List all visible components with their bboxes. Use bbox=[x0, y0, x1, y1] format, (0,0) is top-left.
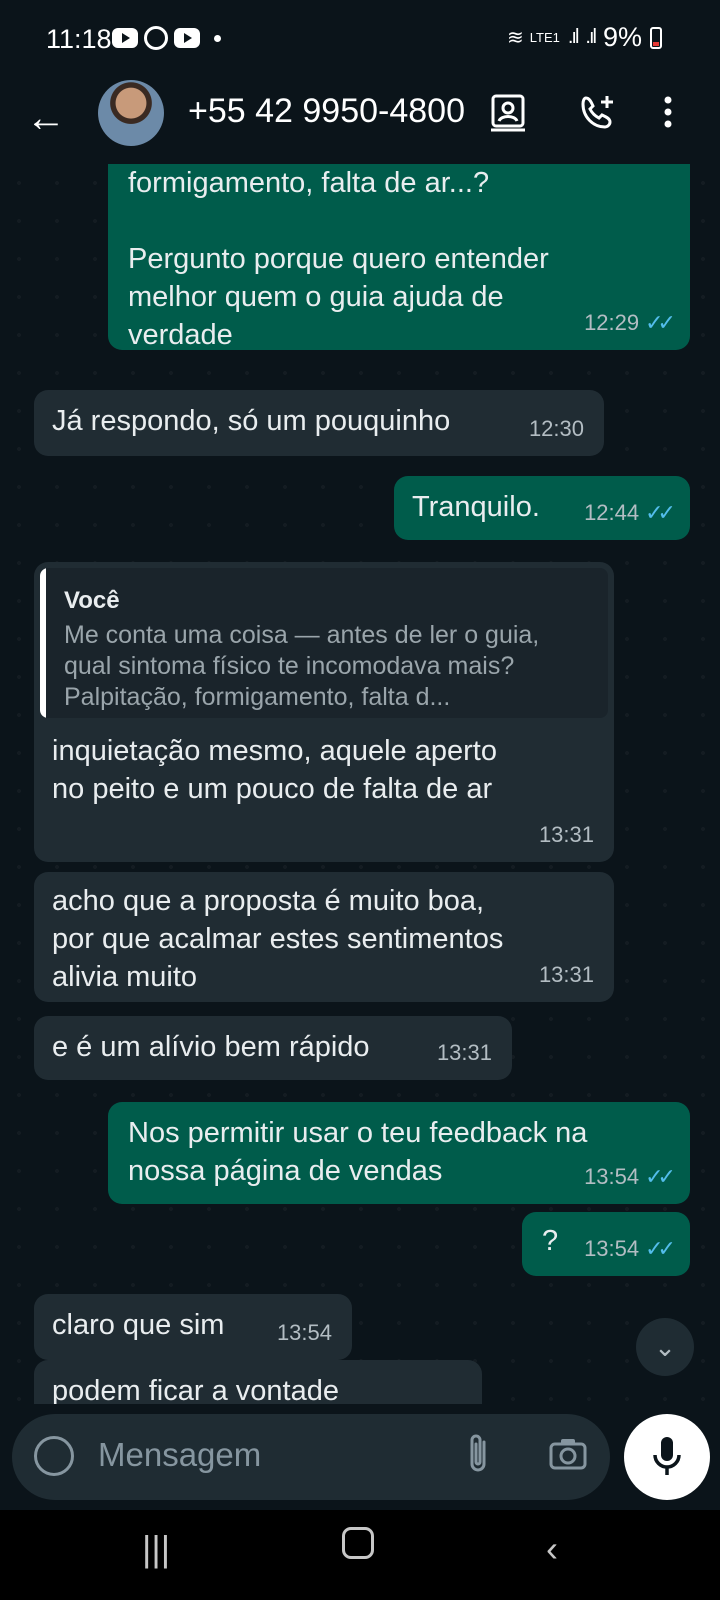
message-time: 13:54 ✓✓ bbox=[584, 1164, 676, 1189]
signal-icon: .ıl bbox=[567, 26, 579, 48]
quoted-message[interactable]: Você Me conta uma coisa — antes de ler o… bbox=[40, 568, 608, 718]
message-text: Nos permitir usar o teu feedback na noss… bbox=[128, 1117, 588, 1187]
message-text: inquietação mesmo, aquele aperto no peit… bbox=[52, 735, 497, 805]
network-label: LTE1 bbox=[529, 30, 560, 45]
contact-card-icon[interactable] bbox=[488, 92, 528, 132]
message-time: 13:54 ✓✓ bbox=[584, 1236, 676, 1261]
youtube-icon bbox=[174, 28, 200, 48]
message-text: formigamento, falta de ar...? Pergunto p… bbox=[128, 167, 549, 351]
camera-icon[interactable] bbox=[548, 1434, 588, 1474]
message-text: ? bbox=[542, 1225, 559, 1257]
add-call-icon[interactable] bbox=[578, 92, 618, 132]
message-bubble-incoming[interactable]: acho que a proposta é muito boa, por que… bbox=[34, 872, 614, 1002]
avatar[interactable] bbox=[98, 80, 164, 146]
more-vert-icon[interactable] bbox=[658, 92, 678, 132]
message-bubble-outgoing[interactable]: ? 13:54 ✓✓ bbox=[522, 1212, 690, 1276]
message-text: claro que sim bbox=[52, 1309, 225, 1341]
wifi-icon: ≋ bbox=[506, 27, 524, 49]
message-time: 13:54 bbox=[276, 1320, 332, 1345]
message-input[interactable]: Mensagem bbox=[98, 1436, 261, 1474]
message-bubble-outgoing[interactable]: Nos permitir usar o teu feedback na noss… bbox=[108, 1102, 690, 1204]
message-time: 13:31 bbox=[538, 822, 594, 847]
contact-name[interactable]: +55 42 9950-4800 bbox=[188, 92, 468, 131]
message-time: 12:30 bbox=[528, 416, 584, 441]
message-time: 13:31 bbox=[436, 1040, 492, 1065]
read-ticks-icon: ✓✓ bbox=[645, 1164, 676, 1189]
message-input-bar[interactable]: Mensagem bbox=[12, 1414, 610, 1500]
quote-bar bbox=[40, 568, 46, 718]
quote-text: Me conta uma coisa — antes de ler o guia… bbox=[64, 621, 540, 711]
battery-percentage: 9% bbox=[602, 22, 642, 52]
message-text: e é um alívio bem rápido bbox=[52, 1031, 370, 1063]
status-right: ≋ LTE1 .ıl .ıl 9% bbox=[507, 22, 662, 53]
more-notifications-dot-icon bbox=[214, 34, 221, 42]
message-bubble-incoming[interactable]: claro que sim 13:54 bbox=[34, 1294, 352, 1360]
read-ticks-icon: ✓✓ bbox=[645, 1236, 676, 1261]
home-icon[interactable] bbox=[342, 1526, 374, 1568]
message-text: Tranquilo. bbox=[412, 491, 540, 523]
arrow-left-icon[interactable]: ← bbox=[26, 96, 66, 141]
chat-area[interactable]: formigamento, falta de ar...? Pergunto p… bbox=[0, 164, 720, 1404]
message-bubble-outgoing[interactable]: formigamento, falta de ar...? Pergunto p… bbox=[108, 164, 690, 351]
status-bar: 11:18 ≋ LTE1 .ıl .ıl 9% bbox=[0, 0, 720, 78]
double-chevron-down-icon[interactable]: ⌄ bbox=[636, 1318, 694, 1376]
message-time: 12:44 ✓✓ bbox=[584, 500, 676, 525]
back-nav-icon[interactable]: ‹ bbox=[546, 1528, 558, 1570]
recent-apps-icon[interactable]: ||| bbox=[142, 1528, 170, 1570]
notification-icons bbox=[112, 26, 221, 50]
whatsapp-icon bbox=[144, 26, 168, 50]
message-text: acho que a proposta é muito boa, por que… bbox=[52, 885, 504, 993]
message-bubble-outgoing[interactable]: Tranquilo. 12:44 ✓✓ bbox=[394, 476, 690, 540]
message-bubble-incoming-reply[interactable]: Você Me conta uma coisa — antes de ler o… bbox=[34, 562, 614, 862]
paperclip-icon[interactable] bbox=[464, 1432, 494, 1476]
mic-icon bbox=[653, 1437, 681, 1475]
read-ticks-icon: ✓✓ bbox=[645, 500, 676, 525]
status-time: 11:18 bbox=[46, 24, 112, 54]
chat-header: ← +55 42 9950-4800 bbox=[0, 78, 720, 164]
message-bubble-incoming[interactable]: podem ficar a vontade 13:54 bbox=[34, 1360, 482, 1404]
read-ticks-icon: ✓✓ bbox=[645, 310, 676, 335]
signal-icon: .ıl bbox=[585, 26, 596, 48]
message-text: Já respondo, só um pouquinho bbox=[52, 405, 451, 437]
message-text: podem ficar a vontade bbox=[52, 1375, 339, 1404]
message-time: 12:29 ✓✓ bbox=[584, 310, 676, 335]
message-bubble-incoming[interactable]: e é um alívio bem rápido 13:31 bbox=[34, 1016, 512, 1080]
battery-icon bbox=[650, 26, 662, 49]
message-time: 13:31 bbox=[538, 962, 594, 987]
quote-author: Você bbox=[64, 587, 120, 614]
sticker-icon[interactable] bbox=[34, 1436, 74, 1476]
youtube-icon bbox=[112, 28, 138, 48]
system-nav-bar: ||| ‹ bbox=[0, 1510, 720, 1600]
mic-button[interactable] bbox=[624, 1414, 710, 1500]
message-bubble-incoming[interactable]: Já respondo, só um pouquinho 12:30 bbox=[34, 390, 604, 456]
message-time: 13:54 bbox=[407, 1396, 462, 1404]
